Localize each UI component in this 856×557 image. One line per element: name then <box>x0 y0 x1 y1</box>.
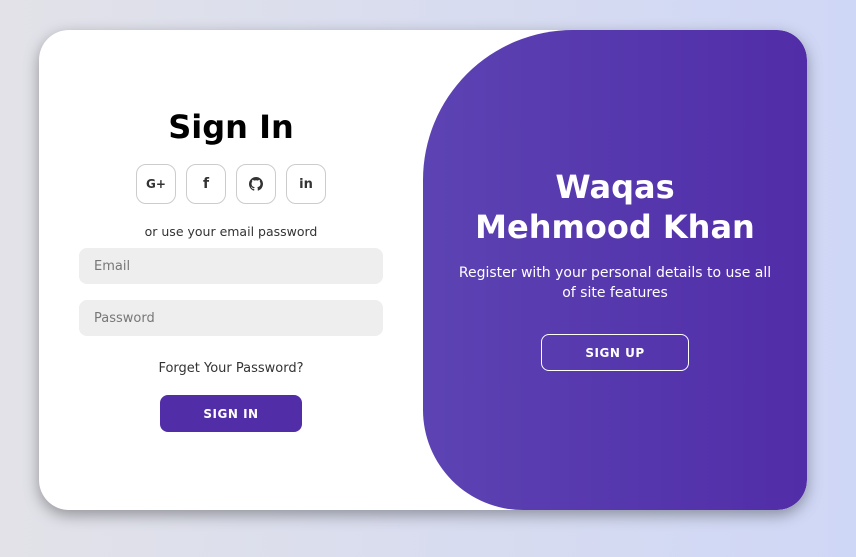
sign-in-title: Sign In <box>168 108 294 146</box>
sign-in-button[interactable]: SIGN IN <box>160 395 302 432</box>
facebook-button[interactable]: f <box>186 164 226 204</box>
email-field[interactable] <box>79 248 383 284</box>
forgot-password-link[interactable]: Forget Your Password? <box>158 361 303 376</box>
panel-title: Waqas Mehmood Khan <box>475 168 755 246</box>
linkedin-button[interactable]: in <box>286 164 326 204</box>
google-plus-button[interactable]: G+ <box>136 164 176 204</box>
github-button[interactable] <box>236 164 276 204</box>
facebook-icon: f <box>202 176 210 192</box>
auth-card: Sign In G+ f in or use your email passwo… <box>39 30 807 510</box>
google-plus-icon: G+ <box>146 177 166 191</box>
panel-text: Register with your personal details to u… <box>458 265 772 301</box>
password-field[interactable] <box>79 300 383 336</box>
toggle-panel: Waqas Mehmood Khan Register with your pe… <box>423 30 807 510</box>
sign-up-button[interactable]: SIGN UP <box>541 334 689 371</box>
sign-in-form: Sign In G+ f in or use your email passwo… <box>39 30 423 510</box>
github-icon <box>249 177 263 191</box>
social-login-row: G+ f in <box>136 164 326 204</box>
linkedin-icon: in <box>299 176 313 192</box>
alt-login-text: or use your email password <box>144 224 318 239</box>
